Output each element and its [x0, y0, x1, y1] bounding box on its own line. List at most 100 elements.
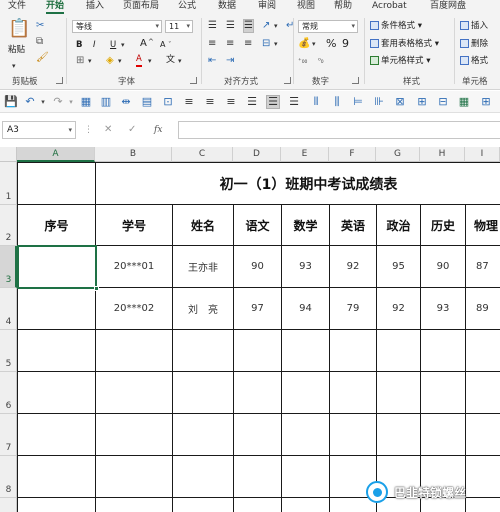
cut-icon[interactable]: ✂ [36, 20, 44, 32]
tab-acrobat[interactable]: Acrobat [372, 0, 407, 14]
align-center-icon[interactable]: ≡ [204, 96, 216, 108]
currency-dropdown-icon[interactable]: ▾ [312, 38, 316, 50]
font-size-select[interactable]: 11 ▾ [165, 20, 193, 33]
header-physics[interactable]: 物理 [466, 205, 500, 246]
sheet-title[interactable]: 初一（1）班期中考试成绩表 [96, 162, 500, 205]
undo-dropdown-icon[interactable]: ▾ [37, 96, 49, 108]
shrink-font-button[interactable]: A [160, 39, 165, 51]
table-cell-physics[interactable]: 87 [466, 246, 500, 288]
grow-font-button[interactable]: A [140, 38, 147, 50]
save-icon[interactable]: 💾 [4, 96, 18, 108]
align-bottom-icon[interactable]: ☰ [266, 95, 280, 109]
orientation-dropdown-icon[interactable]: ▾ [274, 20, 278, 32]
column-width-icon[interactable]: ⫼ [331, 96, 343, 108]
table-cell-chinese[interactable]: 90 [234, 246, 282, 288]
row-header-2[interactable]: 2 [0, 205, 17, 246]
empty-cell[interactable] [466, 498, 500, 512]
row-header-7[interactable]: 7 [0, 414, 17, 456]
border-all-icon[interactable]: ⊞ [416, 96, 428, 108]
table-cell-english[interactable]: 92 [330, 246, 377, 288]
align-top-icon[interactable]: ☰ [208, 20, 217, 32]
tab-data[interactable]: 数据 [218, 0, 236, 14]
header-serial[interactable]: 序号 [18, 205, 96, 246]
empty-cell[interactable] [377, 414, 421, 456]
paste-dropdown-icon[interactable]: ▾ [12, 60, 16, 72]
distribute-rows-icon[interactable]: ⊪ [373, 96, 385, 108]
tab-review[interactable]: 审阅 [258, 0, 276, 14]
row-height-icon[interactable]: ⊨ [352, 96, 364, 108]
orientation-icon[interactable]: ↗ [262, 20, 270, 32]
phonetic-dropdown-icon[interactable]: ▾ [178, 55, 182, 67]
table-cell-math[interactable]: 94 [282, 288, 330, 330]
header-math[interactable]: 数学 [282, 205, 330, 246]
name-box[interactable]: A3 ▾ [2, 121, 76, 139]
tab-home[interactable]: 开始 [46, 0, 65, 14]
insert-table-icon[interactable]: ▦ [80, 96, 92, 108]
insert-column-icon[interactable]: ▥ [100, 96, 112, 108]
column-header-a[interactable]: A [17, 147, 95, 162]
empty-cell[interactable] [282, 372, 330, 414]
column-header-g[interactable]: G [376, 147, 420, 162]
cell-a1[interactable] [18, 162, 96, 205]
table-style-icon[interactable]: ▦ [458, 96, 470, 108]
empty-cell[interactable] [173, 414, 234, 456]
phonetic-button[interactable]: 文 [166, 54, 175, 66]
border-dropdown-icon[interactable]: ▾ [88, 55, 92, 67]
undo-icon[interactable]: ↶ [24, 96, 36, 108]
empty-cell[interactable] [234, 330, 282, 372]
table-cell-name[interactable]: 刘 亮 [173, 288, 234, 330]
column-header-c[interactable]: C [172, 147, 233, 162]
empty-cell[interactable] [421, 372, 466, 414]
format-painter-icon[interactable]: 🖌 [36, 52, 49, 64]
paste-button[interactable]: 粘贴 [8, 44, 25, 56]
empty-cell[interactable] [234, 372, 282, 414]
paste-icon[interactable]: 📋 [8, 18, 30, 40]
header-history[interactable]: 历史 [421, 205, 466, 246]
empty-cell[interactable] [421, 330, 466, 372]
comma-style-button[interactable]: 9 [342, 38, 349, 50]
empty-cell[interactable] [234, 456, 282, 498]
insert-cells-button[interactable]: 插入 [460, 20, 488, 32]
align-right-icon[interactable]: ≡ [244, 38, 252, 50]
border-outside-icon[interactable]: ⊠ [394, 96, 406, 108]
empty-cell[interactable] [466, 372, 500, 414]
align-left-icon[interactable]: ≡ [208, 38, 216, 50]
select-all-corner[interactable] [0, 147, 17, 162]
bold-button[interactable]: B [76, 39, 82, 51]
active-cell-selection[interactable] [17, 245, 99, 291]
empty-cell[interactable] [282, 414, 330, 456]
empty-cell[interactable] [18, 498, 96, 512]
empty-cell[interactable] [282, 330, 330, 372]
border-inside-icon[interactable]: ⊟ [437, 96, 449, 108]
tab-view[interactable]: 视图 [297, 0, 315, 14]
move-column-icon[interactable]: ⇹ [120, 96, 132, 108]
fill-color-icon[interactable]: ◈ [106, 55, 114, 67]
row-header-4[interactable]: 4 [0, 288, 17, 330]
empty-cell[interactable] [173, 456, 234, 498]
table-cell-english[interactable]: 79 [330, 288, 377, 330]
table-cell-name[interactable]: 王亦非 [173, 246, 234, 288]
row-header-8[interactable]: 8 [0, 456, 17, 498]
increase-indent-icon[interactable]: ⇥ [226, 55, 234, 67]
column-header-b[interactable]: B [95, 147, 172, 162]
number-format-select[interactable]: 常规 ▾ [298, 20, 358, 33]
table-cell-math[interactable]: 93 [282, 246, 330, 288]
insert-row-icon[interactable]: ▤ [141, 96, 153, 108]
table-cell-politics[interactable]: 92 [377, 288, 421, 330]
tab-file[interactable]: 文件 [8, 0, 26, 14]
table-cell-student-id[interactable]: 20***01 [96, 246, 173, 288]
empty-cell[interactable] [173, 330, 234, 372]
cell-styles-button[interactable]: 单元格样式 ▾ [370, 55, 430, 67]
increase-decimal-icon[interactable]: ⁺₀₀ [298, 55, 307, 67]
table-cell-history[interactable]: 93 [421, 288, 466, 330]
underline-button[interactable]: U [110, 39, 116, 51]
header-name[interactable]: 姓名 [173, 205, 234, 246]
empty-cell[interactable] [234, 414, 282, 456]
merge-cells-icon[interactable]: ⊡ [162, 96, 174, 108]
empty-cell[interactable] [96, 330, 173, 372]
empty-cell[interactable] [330, 330, 377, 372]
header-politics[interactable]: 政治 [377, 205, 421, 246]
border-icon[interactable]: ⊞ [76, 55, 84, 67]
fill-handle[interactable] [94, 286, 99, 291]
distribute-columns-icon[interactable]: ⫴ [310, 96, 322, 108]
